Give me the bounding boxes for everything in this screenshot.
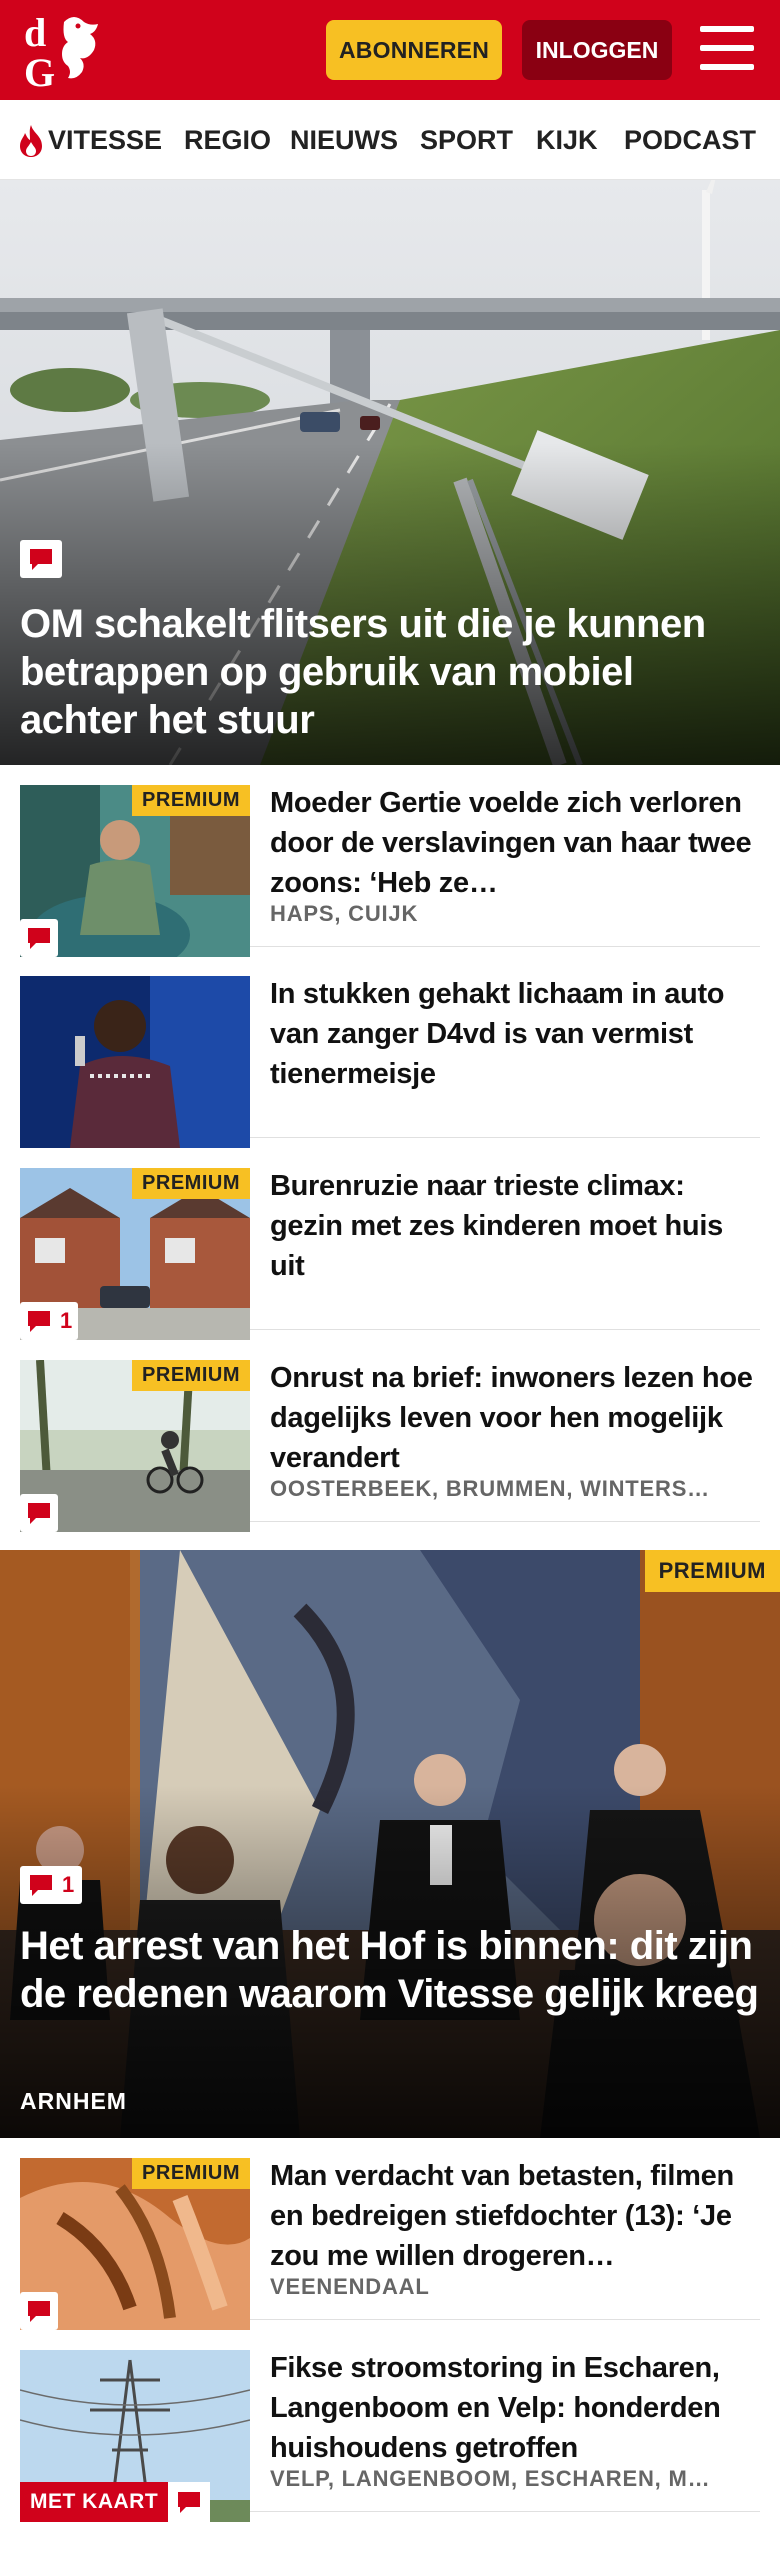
- logo-icon: d G: [24, 10, 98, 95]
- premium-badge: PREMIUM: [644, 1550, 780, 1592]
- article-title[interactable]: Burenruzie naar trieste climax: gezin me…: [270, 1166, 760, 1286]
- comment-badge: [20, 1494, 58, 1532]
- nav-item-podcast[interactable]: PODCAST: [624, 122, 756, 158]
- comment-badge: [168, 2482, 211, 2522]
- article-location: HAPS, CUIJK: [270, 901, 419, 926]
- comment-badge: 1: [20, 1866, 83, 1904]
- comment-count: 1: [62, 1872, 75, 1897]
- comment-badge: [20, 540, 62, 578]
- comment-badge: [20, 919, 58, 957]
- svg-text:d: d: [24, 10, 46, 55]
- login-button[interactable]: INLOGGEN: [522, 20, 672, 80]
- nav-item-regio[interactable]: REGIO: [184, 122, 271, 158]
- premium-badge: PREMIUM: [132, 1360, 250, 1391]
- subscribe-button[interactable]: ABONNEREN: [326, 20, 502, 80]
- article-title[interactable]: Onrust na brief: inwoners lezen hoe dage…: [270, 1358, 760, 1478]
- flame-icon: [20, 125, 42, 157]
- comment-icon: [178, 2492, 201, 2513]
- comment-icon: [28, 1503, 50, 1524]
- top-bar: d G ABONNEREN INLOGGEN: [0, 0, 780, 100]
- map-label: MET KAART: [20, 2482, 169, 2522]
- hero-title[interactable]: OM schakelt flitsers uit die je kunnen b…: [20, 600, 760, 744]
- nav-item-vitesse[interactable]: VITESSE: [48, 122, 162, 158]
- article-thumbnail: PREMIUM 1: [20, 1168, 250, 1340]
- list-item[interactable]: PREMIUM Onrust na brief: inwoners lezen …: [20, 1350, 760, 1532]
- list-item[interactable]: PREMIUM Man verdacht van betasten, filme…: [20, 2148, 760, 2330]
- comment-icon: [28, 928, 50, 949]
- feature-title[interactable]: Het arrest van het Hof is binnen: dit zi…: [20, 1922, 760, 2018]
- comment-icon: [30, 549, 52, 570]
- premium-badge: PREMIUM: [132, 1168, 250, 1199]
- article-location: VELP, LANGENBOOM, ESCHAREN, M…: [270, 2466, 711, 2491]
- article-thumbnail: PREMIUM: [20, 785, 250, 957]
- main-nav: VITESSE REGIO NIEUWS SPORT KIJK PODCAST: [0, 100, 780, 180]
- feature-article[interactable]: PREMIUM 1 Het arrest van het Hof is binn…: [0, 1550, 780, 2138]
- nav-item-nieuws[interactable]: NIEUWS: [290, 122, 398, 158]
- article-thumbnail: [20, 976, 250, 1148]
- comment-icon: [30, 1875, 52, 1896]
- article-thumbnail: PREMIUM: [20, 1360, 250, 1532]
- article-title[interactable]: In stukken gehakt lichaam in auto van za…: [270, 974, 760, 1094]
- hero-article[interactable]: OM schakelt flitsers uit die je kunnen b…: [0, 180, 780, 765]
- comment-icon: [28, 2301, 50, 2322]
- map-badge: MET KAART: [20, 2482, 211, 2522]
- article-location: VEENENDAAL: [270, 2274, 430, 2299]
- logo[interactable]: d G: [20, 8, 116, 95]
- article-thumbnail: MET KAART: [20, 2350, 250, 2522]
- premium-badge: PREMIUM: [132, 2158, 250, 2189]
- feature-image: [0, 1550, 780, 2138]
- list-item[interactable]: PREMIUM Moeder Gertie voelde zich verlor…: [20, 775, 760, 957]
- article-title[interactable]: Man verdacht van betasten, filmen en bed…: [270, 2156, 760, 2276]
- comment-badge: [20, 2292, 58, 2330]
- premium-badge: PREMIUM: [132, 785, 250, 816]
- list-item[interactable]: In stukken gehakt lichaam in auto van za…: [20, 966, 760, 1148]
- list-item[interactable]: MET KAART Fikse stroomstoring in Eschare…: [20, 2340, 760, 2522]
- nav-item-sport[interactable]: SPORT: [420, 122, 513, 158]
- article-title[interactable]: Moeder Gertie voelde zich verloren door …: [270, 783, 760, 903]
- article-title[interactable]: Fikse stroomstoring in Escharen, Langenb…: [270, 2348, 760, 2468]
- svg-text:G: G: [24, 50, 55, 92]
- comment-icon: [28, 1311, 50, 1332]
- list-item[interactable]: PREMIUM 1 Burenruzie naar trieste climax…: [20, 1158, 760, 1340]
- article-location: OOSTERBEEK, BRUMMEN, WINTERS…: [270, 1476, 710, 1501]
- feature-location: ARNHEM: [20, 2088, 127, 2114]
- comment-badge: 1: [20, 1302, 79, 1340]
- article-thumbnail: PREMIUM: [20, 2158, 250, 2330]
- thumbnail-image: [20, 976, 250, 1148]
- nav-item-kijk[interactable]: KIJK: [536, 122, 598, 158]
- comment-count: 1: [60, 1308, 73, 1333]
- hamburger-menu-icon[interactable]: [700, 24, 754, 74]
